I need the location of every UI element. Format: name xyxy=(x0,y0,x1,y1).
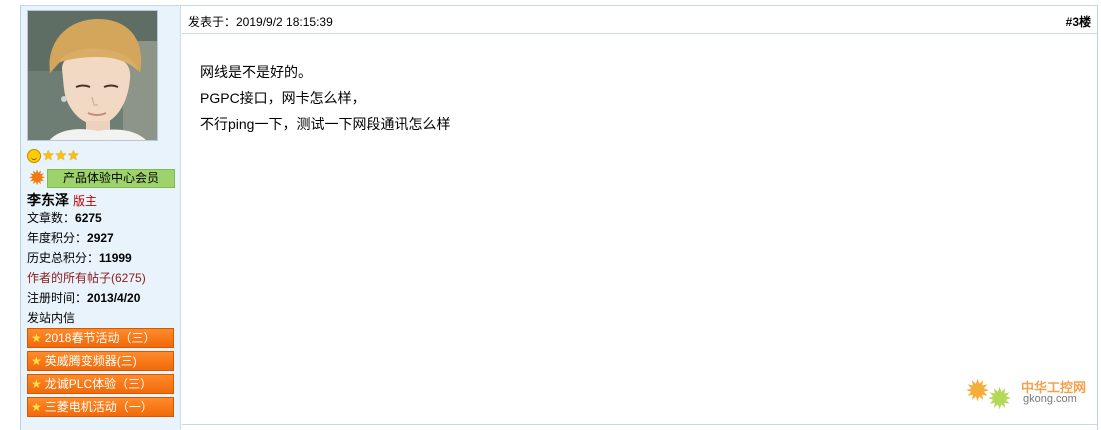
smiley-icon xyxy=(27,148,41,163)
rank-row: ✹ 产品体验中心会员 xyxy=(27,166,175,190)
stat-annual-label: 年度积分： xyxy=(27,231,88,245)
gear-icon: ✹ xyxy=(987,382,1013,417)
avatar[interactable] xyxy=(27,10,158,141)
author-name-row: 李东泽 版主 xyxy=(27,190,97,210)
author-role: 版主 xyxy=(73,194,98,208)
star-icon: ★ xyxy=(31,400,42,414)
post-line: 网线是不是好的。 xyxy=(200,64,312,80)
floor-number[interactable]: #3楼 xyxy=(1066,13,1091,30)
stat-register-date: 注册时间：2013/4/20 xyxy=(27,291,140,305)
stat-annual-points: 年度积分：2927 xyxy=(27,231,114,245)
post-line: PGPC接口，网卡怎么样， xyxy=(200,90,366,106)
award-badge[interactable]: ★ 2018春节活动（三） xyxy=(27,328,174,348)
post-date: 发表于：2019/9/2 18:15:39 xyxy=(188,15,333,29)
rank-badge: 产品体验中心会员 xyxy=(47,169,175,188)
avatar-image xyxy=(28,11,157,140)
stat-register-value: 2013/4/20 xyxy=(87,291,141,305)
star-icon: ★ xyxy=(42,147,55,164)
stat-posts-value: 6275 xyxy=(75,211,102,225)
star-icon: ★ xyxy=(31,354,42,368)
author-sidebar: ★★★ ✹ 产品体验中心会员 李东泽 版主 文章数：6275 年度积分：2927 … xyxy=(21,6,181,430)
post-header: 发表于：2019/9/2 18:15:39 #3楼 xyxy=(182,6,1097,34)
award-badge[interactable]: ★ 龙诚PLC体验（三） xyxy=(27,374,174,394)
stat-total-label: 历史总积分： xyxy=(27,251,100,265)
watermark-en: gkong.com xyxy=(1023,393,1077,405)
gear-icon: ✹ xyxy=(28,166,46,190)
award-label: 三菱电机活动（一） xyxy=(44,400,153,414)
star-icon: ★ xyxy=(31,331,42,345)
member-level-stars: ★★★ xyxy=(27,148,80,164)
author-name[interactable]: 李东泽 xyxy=(27,192,69,208)
stat-annual-value: 2927 xyxy=(87,231,114,245)
divider xyxy=(182,424,1098,425)
stat-total-points: 历史总积分：11999 xyxy=(27,251,132,265)
award-badge[interactable]: ★ 三菱电机活动（一） xyxy=(27,397,174,417)
star-icon: ★ xyxy=(67,147,80,164)
star-icon: ★ xyxy=(54,147,68,164)
award-label: 2018春节活动（三） xyxy=(44,331,156,345)
post-frame xyxy=(20,5,1098,430)
star-icon: ★ xyxy=(31,377,42,391)
post-content: 网线是不是好的。 PGPC接口，网卡怎么样， 不行ping一下，测试一下网段通讯… xyxy=(200,59,450,137)
stat-register-label: 注册时间： xyxy=(27,291,88,305)
stat-total-value: 11999 xyxy=(99,251,132,265)
site-watermark: ✹ ✹ 中华工控网 gkong.com xyxy=(965,375,1095,415)
stat-posts: 文章数：6275 xyxy=(27,211,102,225)
send-message-link[interactable]: 发站内信 xyxy=(27,311,75,325)
post-line: 不行ping一下，测试一下网段通讯怎么样 xyxy=(200,116,451,132)
award-badge[interactable]: ★ 英威腾变频器(三) xyxy=(27,351,174,371)
all-posts-link[interactable]: 作者的所有帖子(6275) xyxy=(27,271,146,285)
award-label: 英威腾变频器(三) xyxy=(44,354,137,368)
stat-posts-label: 文章数： xyxy=(27,211,76,225)
award-label: 龙诚PLC体验（三） xyxy=(44,377,153,391)
